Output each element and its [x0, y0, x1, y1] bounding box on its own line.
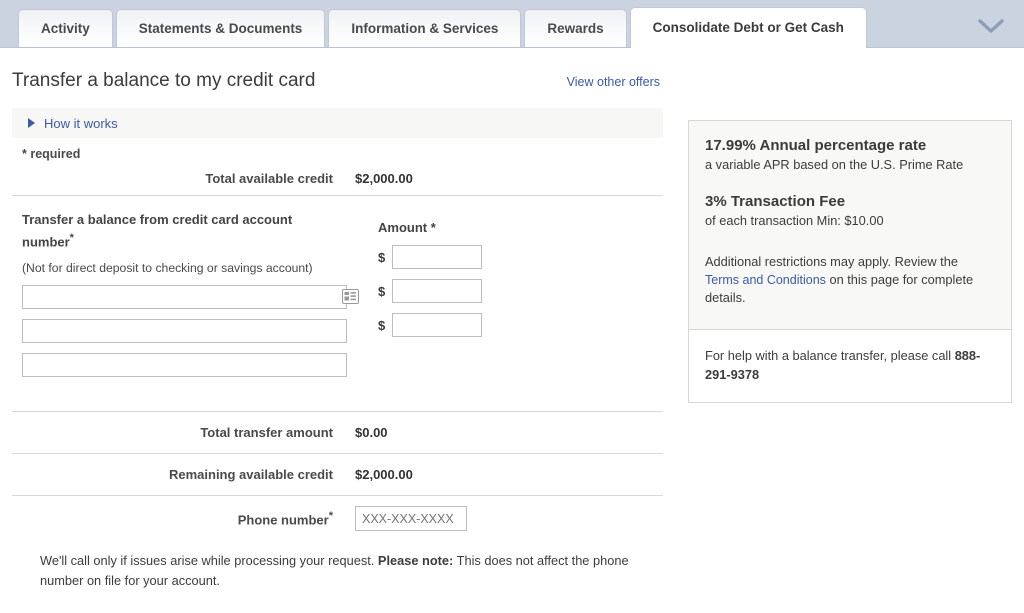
- phone-disclaimer: We'll call only if issues arise while pr…: [12, 541, 642, 591]
- tab-consolidate-debt-or-get-cash[interactable]: Consolidate Debt or Get Cash: [629, 7, 867, 48]
- terms-and-conditions-link[interactable]: Terms and Conditions: [705, 273, 826, 287]
- contact-card-icon[interactable]: [342, 289, 359, 305]
- total-transfer-amount-value: $0.00: [355, 425, 388, 441]
- tab-label: Consolidate Debt or Get Cash: [652, 20, 844, 35]
- help-text-lead: For help with a balance transfer, please…: [705, 348, 955, 363]
- total-available-credit-value: $2,000.00: [355, 170, 413, 186]
- offer-panel-details: 17.99% Annual percentage rate a variable…: [689, 121, 1011, 330]
- remaining-available-credit-label: Remaining available credit: [168, 467, 333, 483]
- required-asterisk: *: [69, 232, 74, 244]
- main-column: Transfer a balance to my credit card Vie…: [0, 48, 664, 591]
- account-input-wrapper-3: [22, 353, 364, 378]
- account-input-wrapper-1: [22, 285, 364, 310]
- phone-number-label-text: Phone number: [237, 512, 329, 528]
- amount-row-3: $: [378, 313, 482, 337]
- required-asterisk: *: [328, 510, 333, 523]
- title-row: Transfer a balance to my credit card Vie…: [12, 48, 662, 92]
- account-number-input-2[interactable]: [22, 319, 347, 344]
- totals-section: Total transfer amount $0.00 Remaining av…: [12, 411, 663, 541]
- phone-number-input[interactable]: [355, 506, 467, 532]
- amount-input-3[interactable]: [392, 313, 482, 337]
- tab-rewards[interactable]: Rewards: [524, 9, 627, 47]
- tab-label: Information & Services: [351, 21, 499, 36]
- offer-panel: 17.99% Annual percentage rate a variable…: [688, 120, 1012, 403]
- help-text: For help with a balance transfer, please…: [705, 346, 995, 384]
- required-note: * required: [22, 147, 81, 161]
- tab-activity[interactable]: Activity: [18, 9, 113, 47]
- phone-number-row: Phone number*: [12, 496, 662, 541]
- remaining-available-credit-value: $2,000.00: [355, 467, 413, 483]
- transaction-fee-headline: 3% Transaction Fee: [705, 193, 846, 210]
- total-available-credit-row: Total available credit $2,000.00: [12, 161, 662, 195]
- offer-panel-help: For help with a balance transfer, please…: [689, 330, 1011, 402]
- transaction-fee-subtext: of each transaction Min: $10.00: [705, 213, 884, 228]
- how-it-works-accordion[interactable]: How it works: [12, 108, 663, 138]
- apr-headline: 17.99% Annual percentage rate: [705, 137, 927, 154]
- currency-symbol: $: [378, 317, 386, 333]
- amount-column-label: Amount *: [378, 220, 436, 235]
- remaining-available-credit-row: Remaining available credit $2,000.00: [12, 454, 662, 495]
- total-transfer-amount-row: Total transfer amount $0.00: [12, 412, 662, 453]
- total-available-credit-label: Total available credit: [205, 170, 333, 186]
- account-subnote: (Not for direct deposit to checking or s…: [22, 261, 313, 276]
- disclaimer-text-part1: We'll call only if issues arise while pr…: [40, 553, 378, 569]
- amount-column: Amount * $ $ $: [364, 210, 482, 377]
- total-transfer-amount-label: Total transfer amount: [200, 425, 333, 441]
- account-column: Transfer a balance from credit card acco…: [22, 210, 364, 378]
- account-input-wrapper-2: [22, 319, 364, 344]
- triangle-right-icon: [28, 118, 35, 128]
- amount-row-2: $: [378, 279, 482, 303]
- how-it-works-label[interactable]: How it works: [44, 116, 118, 131]
- page-title: Transfer a balance to my credit card: [12, 70, 316, 91]
- tab-bar: Activity Statements & Documents Informat…: [0, 0, 1024, 48]
- disclaimer-please-note: Please note:: [377, 553, 454, 569]
- currency-symbol: $: [378, 283, 386, 299]
- account-field-label: Transfer a balance from credit card acco…: [22, 210, 322, 251]
- account-number-input-3[interactable]: [22, 353, 347, 378]
- tab-information-services[interactable]: Information & Services: [328, 9, 522, 47]
- currency-symbol: $: [378, 249, 386, 265]
- phone-number-label: Phone number*: [12, 510, 355, 527]
- tab-label: Rewards: [547, 21, 604, 36]
- transfer-fields-block: Transfer a balance from credit card acco…: [12, 196, 662, 378]
- offer-sidebar: 17.99% Annual percentage rate a variable…: [664, 48, 1012, 591]
- restrictions-text-part1: Additional restrictions may apply. Revie…: [705, 254, 958, 269]
- amount-input-2[interactable]: [392, 279, 482, 303]
- tab-label: Activity: [41, 21, 90, 36]
- account-field-label-text: Transfer a balance from credit card acco…: [22, 212, 293, 250]
- restrictions-note: Additional restrictions may apply. Revie…: [705, 253, 995, 307]
- amount-input-1[interactable]: [392, 245, 482, 269]
- account-number-input-1[interactable]: [22, 285, 347, 310]
- page-body: Transfer a balance to my credit card Vie…: [0, 48, 1024, 591]
- view-other-offers-link[interactable]: View other offers: [567, 75, 660, 89]
- tab-label: Statements & Documents: [138, 21, 303, 36]
- apr-subtext: a variable APR based on the U.S. Prime R…: [705, 157, 964, 172]
- tab-statements-documents[interactable]: Statements & Documents: [115, 9, 326, 47]
- amount-row-1: $: [378, 245, 482, 269]
- chevron-down-icon[interactable]: [976, 13, 1006, 39]
